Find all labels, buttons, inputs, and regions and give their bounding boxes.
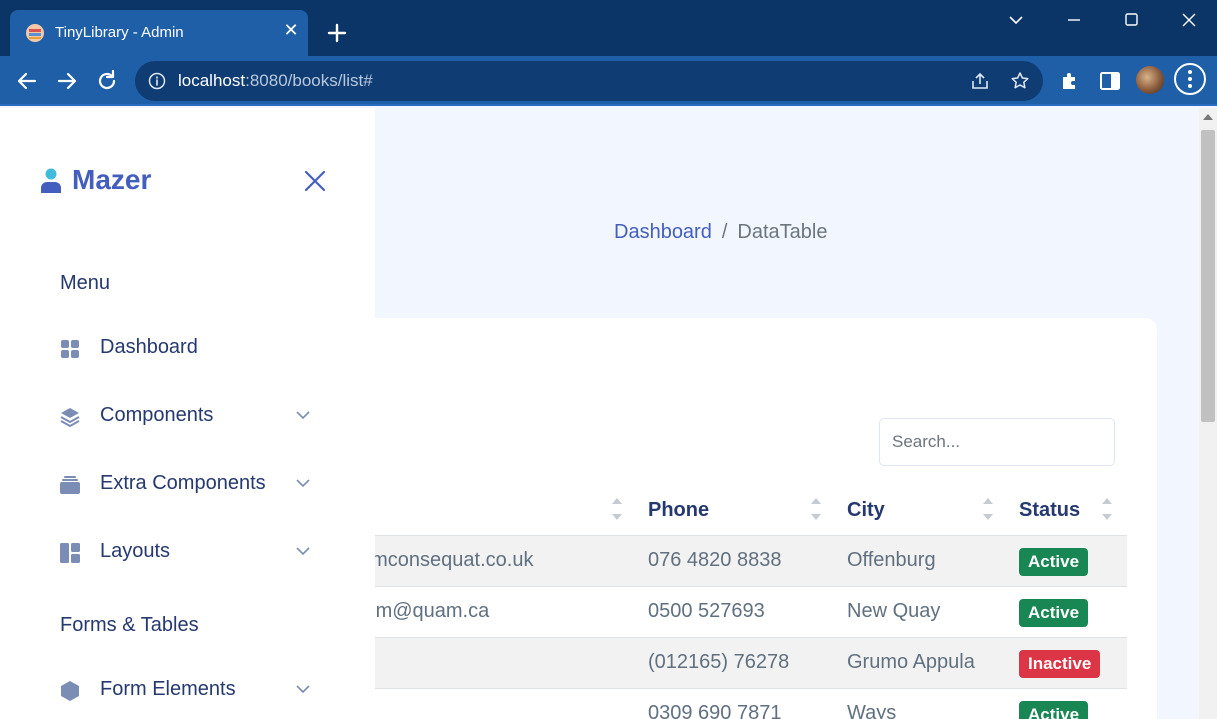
- scrollbar-thumb[interactable]: [1201, 130, 1215, 422]
- sort-arrows-icon[interactable]: [983, 498, 995, 524]
- new-tab-icon[interactable]: [322, 18, 352, 48]
- cell-phone: 0309 690 7871: [648, 702, 782, 719]
- cell-phone: 0500 527693: [648, 600, 765, 622]
- sidebar-item-label: Layouts: [100, 540, 171, 562]
- column-header-city[interactable]: City: [847, 499, 885, 522]
- status-badge: Active: [1019, 701, 1089, 719]
- cell-phone: (012165) 76278: [648, 651, 790, 673]
- minimize-icon[interactable]: [1054, 6, 1094, 36]
- layout-icon: [60, 543, 80, 563]
- cell-email: emconsequat.co.uk: [360, 549, 534, 571]
- url-path: :8080/books/list#: [245, 71, 373, 90]
- url-host: localhost: [178, 71, 246, 90]
- close-icon[interactable]: [303, 169, 327, 193]
- chevron-down-icon: [296, 685, 310, 694]
- breadcrumb-separator: /: [721, 221, 728, 243]
- scroll-up-arrow-icon[interactable]: [1203, 114, 1213, 120]
- sidebar-item-label: Dashboard: [100, 336, 198, 358]
- table-row: emconsequat.co.uk 076 4820 8838 Offenbur…: [360, 536, 1127, 587]
- table-header-row: Phone City Status: [360, 486, 1127, 536]
- stack-icon: [60, 408, 80, 428]
- browser-titlebar: TinyLibrary - Admin ✕: [0, 0, 1217, 56]
- sidebar-item-layouts[interactable]: Layouts: [55, 532, 325, 572]
- datatable: Phone City Status emconsequat.co.uk 076 …: [360, 486, 1127, 719]
- status-badge: Active: [1019, 599, 1089, 627]
- sidebar-item-form-elements[interactable]: Form Elements: [55, 670, 325, 710]
- tab-title: TinyLibrary - Admin: [55, 24, 184, 41]
- browser-menu-kebab-icon[interactable]: [1174, 63, 1206, 95]
- table-row: (012165) 76278 Grumo Appula Inactive: [360, 638, 1127, 689]
- sidebar-item-extra-components[interactable]: Extra Components: [55, 464, 325, 504]
- page-scrollbar[interactable]: [1199, 108, 1217, 719]
- site-info-icon[interactable]: [148, 72, 166, 90]
- collection-icon: [60, 476, 80, 494]
- address-bar[interactable]: localhost:8080/books/list#: [135, 61, 1043, 101]
- favicon-icon: [26, 24, 44, 42]
- browser-toolbar: localhost:8080/books/list#: [0, 56, 1217, 106]
- sidebar: Mazer Menu Dashboard Components Extra Co…: [0, 108, 375, 719]
- sidebar-item-label: Form Elements: [100, 678, 236, 700]
- window-close-icon[interactable]: [1169, 6, 1209, 36]
- sidebar-section-title: Forms & Tables: [60, 614, 199, 636]
- share-icon[interactable]: [969, 70, 991, 92]
- sort-arrows-icon[interactable]: [811, 498, 823, 524]
- cell-city: Offenburg: [847, 549, 936, 571]
- forward-arrow-icon[interactable]: [52, 66, 82, 96]
- tab-search-chevron-icon[interactable]: [996, 6, 1036, 36]
- side-panel-icon[interactable]: [1098, 69, 1122, 93]
- brand-name: Mazer: [72, 164, 152, 195]
- sort-arrows-icon[interactable]: [612, 498, 624, 524]
- chevron-down-icon: [296, 411, 310, 420]
- cell-city: Grumo Appula: [847, 651, 975, 673]
- sort-arrows-icon[interactable]: [1102, 498, 1114, 524]
- breadcrumb-home-link[interactable]: Dashboard: [614, 221, 712, 243]
- sidebar-item-label: Extra Components: [100, 472, 266, 494]
- extensions-puzzle-icon[interactable]: [1058, 69, 1082, 93]
- url-text: localhost:8080/books/list#: [178, 71, 373, 91]
- status-badge: Active: [1019, 548, 1089, 576]
- status-badge: Inactive: [1019, 650, 1101, 678]
- datatable-card: Phone City Status emconsequat.co.uk 076 …: [360, 318, 1157, 719]
- sidebar-item-label: Components: [100, 404, 214, 426]
- back-arrow-icon[interactable]: [12, 66, 42, 96]
- table-row: nim@quam.ca 0500 527693 New Quay Active: [360, 587, 1127, 638]
- bookmark-star-icon[interactable]: [1009, 70, 1031, 92]
- sidebar-item-dashboard[interactable]: Dashboard: [55, 328, 325, 368]
- cell-city: New Quay: [847, 600, 941, 622]
- column-header-status[interactable]: Status: [1019, 499, 1080, 522]
- reload-icon[interactable]: [92, 66, 122, 96]
- tab-close-icon[interactable]: ✕: [282, 22, 300, 40]
- maximize-icon[interactable]: [1111, 6, 1151, 36]
- sidebar-item-components[interactable]: Components: [55, 396, 325, 436]
- chevron-down-icon: [296, 547, 310, 556]
- breadcrumb: Dashboard / DataTable: [614, 221, 827, 244]
- browser-tab[interactable]: TinyLibrary - Admin ✕: [10, 10, 308, 56]
- column-header-phone[interactable]: Phone: [648, 499, 709, 522]
- chevron-down-icon: [296, 479, 310, 488]
- profile-avatar[interactable]: [1136, 66, 1164, 94]
- sidebar-section-title: Menu: [60, 272, 111, 294]
- cell-phone: 076 4820 8838: [648, 549, 782, 571]
- page-content: Dashboard / DataTable Phone City Status em…: [0, 108, 1217, 719]
- table-row: 0309 690 7871 Ways Active: [360, 689, 1127, 719]
- table-search-input[interactable]: [879, 418, 1115, 466]
- user-icon: [41, 168, 61, 193]
- hexagon-icon: [61, 681, 79, 701]
- cell-email: nim@quam.ca: [360, 600, 490, 622]
- breadcrumb-current: DataTable: [737, 221, 828, 243]
- grid-icon: [61, 340, 79, 358]
- cell-city: Ways: [847, 702, 897, 719]
